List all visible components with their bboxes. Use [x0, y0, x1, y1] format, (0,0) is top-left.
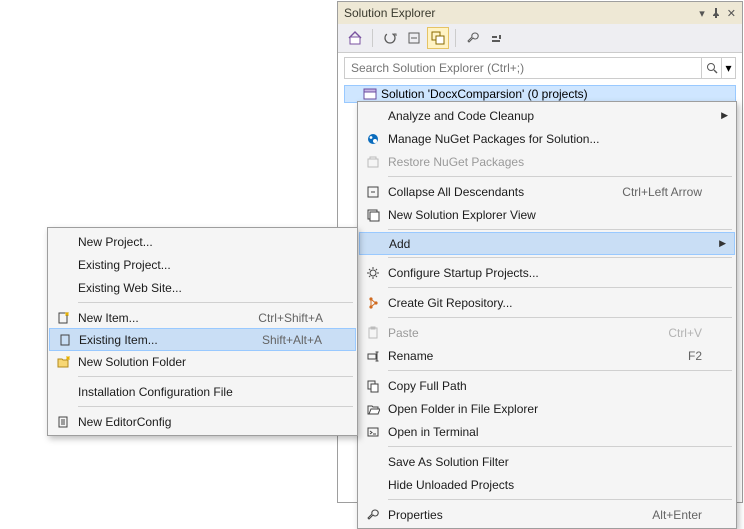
menu-analyze[interactable]: Analyze and Code Cleanup▶ [358, 104, 736, 127]
menu-properties[interactable]: PropertiesAlt+Enter [358, 503, 736, 526]
menu-restore-nuget: Restore NuGet Packages [358, 150, 736, 173]
existing-item-icon [50, 328, 79, 351]
panel-toolbar [338, 24, 742, 53]
collapse-all-icon [358, 180, 388, 203]
nuget-icon [358, 127, 388, 150]
panel-titlebar: Solution Explorer ▾ ✕ [338, 2, 742, 24]
menu-add[interactable]: Add▶ [359, 232, 735, 255]
git-icon [358, 291, 388, 314]
new-view-icon [358, 203, 388, 226]
home-icon[interactable] [344, 27, 366, 49]
dropdown-icon[interactable]: ▾ [699, 7, 705, 20]
menu-new-solution-folder[interactable]: New Solution Folder [48, 350, 357, 373]
new-item-icon [48, 306, 78, 329]
menu-manage-nuget[interactable]: Manage NuGet Packages for Solution... [358, 127, 736, 150]
menu-new-view[interactable]: New Solution Explorer View [358, 203, 736, 226]
search-icon[interactable] [701, 58, 721, 78]
wrench-icon [358, 503, 388, 526]
view-toggle-icon[interactable] [427, 27, 449, 49]
terminal-icon [358, 420, 388, 443]
menu-collapse[interactable]: Collapse All Descendants Ctrl+Left Arrow [358, 180, 736, 203]
menu-new-editorconfig[interactable]: New EditorConfig [48, 410, 357, 433]
paste-icon [358, 321, 388, 344]
menu-configure-startup[interactable]: Configure Startup Projects... [358, 261, 736, 284]
menu-existing-website[interactable]: Existing Web Site... [48, 276, 357, 299]
menu-open-terminal[interactable]: Open in Terminal [358, 420, 736, 443]
menu-existing-project[interactable]: Existing Project... [48, 253, 357, 276]
restore-nuget-icon [358, 150, 388, 173]
gear-icon [358, 261, 388, 284]
solution-context-menu: Analyze and Code Cleanup▶ Manage NuGet P… [357, 101, 737, 529]
menu-rename[interactable]: RenameF2 [358, 344, 736, 367]
panel-title-text: Solution Explorer [344, 6, 435, 20]
menu-new-item[interactable]: New Item...Ctrl+Shift+A [48, 306, 357, 329]
search-bar: ▾ [344, 57, 736, 79]
menu-paste: PasteCtrl+V [358, 321, 736, 344]
sync-icon[interactable] [379, 27, 401, 49]
search-input[interactable] [345, 58, 701, 78]
menu-save-filter[interactable]: Save As Solution Filter [358, 450, 736, 473]
properties-icon[interactable] [486, 27, 508, 49]
solution-icon [363, 88, 377, 100]
wrench-icon[interactable] [462, 27, 484, 49]
pin-icon[interactable] [711, 8, 721, 18]
editorconfig-icon [48, 410, 78, 433]
new-folder-icon [48, 350, 78, 373]
menu-hide-unloaded[interactable]: Hide Unloaded Projects [358, 473, 736, 496]
menu-new-project[interactable]: New Project... [48, 230, 357, 253]
menu-open-folder[interactable]: Open Folder in File Explorer [358, 397, 736, 420]
solution-label: Solution 'DocxComparsion' (0 projects) [381, 87, 588, 101]
copy-icon [358, 374, 388, 397]
menu-copy-path[interactable]: Copy Full Path [358, 374, 736, 397]
search-dropdown-icon[interactable]: ▾ [721, 58, 735, 78]
close-icon[interactable]: ✕ [727, 7, 736, 20]
add-submenu: New Project... Existing Project... Exist… [47, 227, 358, 436]
menu-existing-item[interactable]: Existing Item...Shift+Alt+A [49, 328, 356, 351]
collapse-icon[interactable] [403, 27, 425, 49]
menu-create-git[interactable]: Create Git Repository... [358, 291, 736, 314]
menu-install-config[interactable]: Installation Configuration File [48, 380, 357, 403]
folder-open-icon [358, 397, 388, 420]
rename-icon [358, 344, 388, 367]
